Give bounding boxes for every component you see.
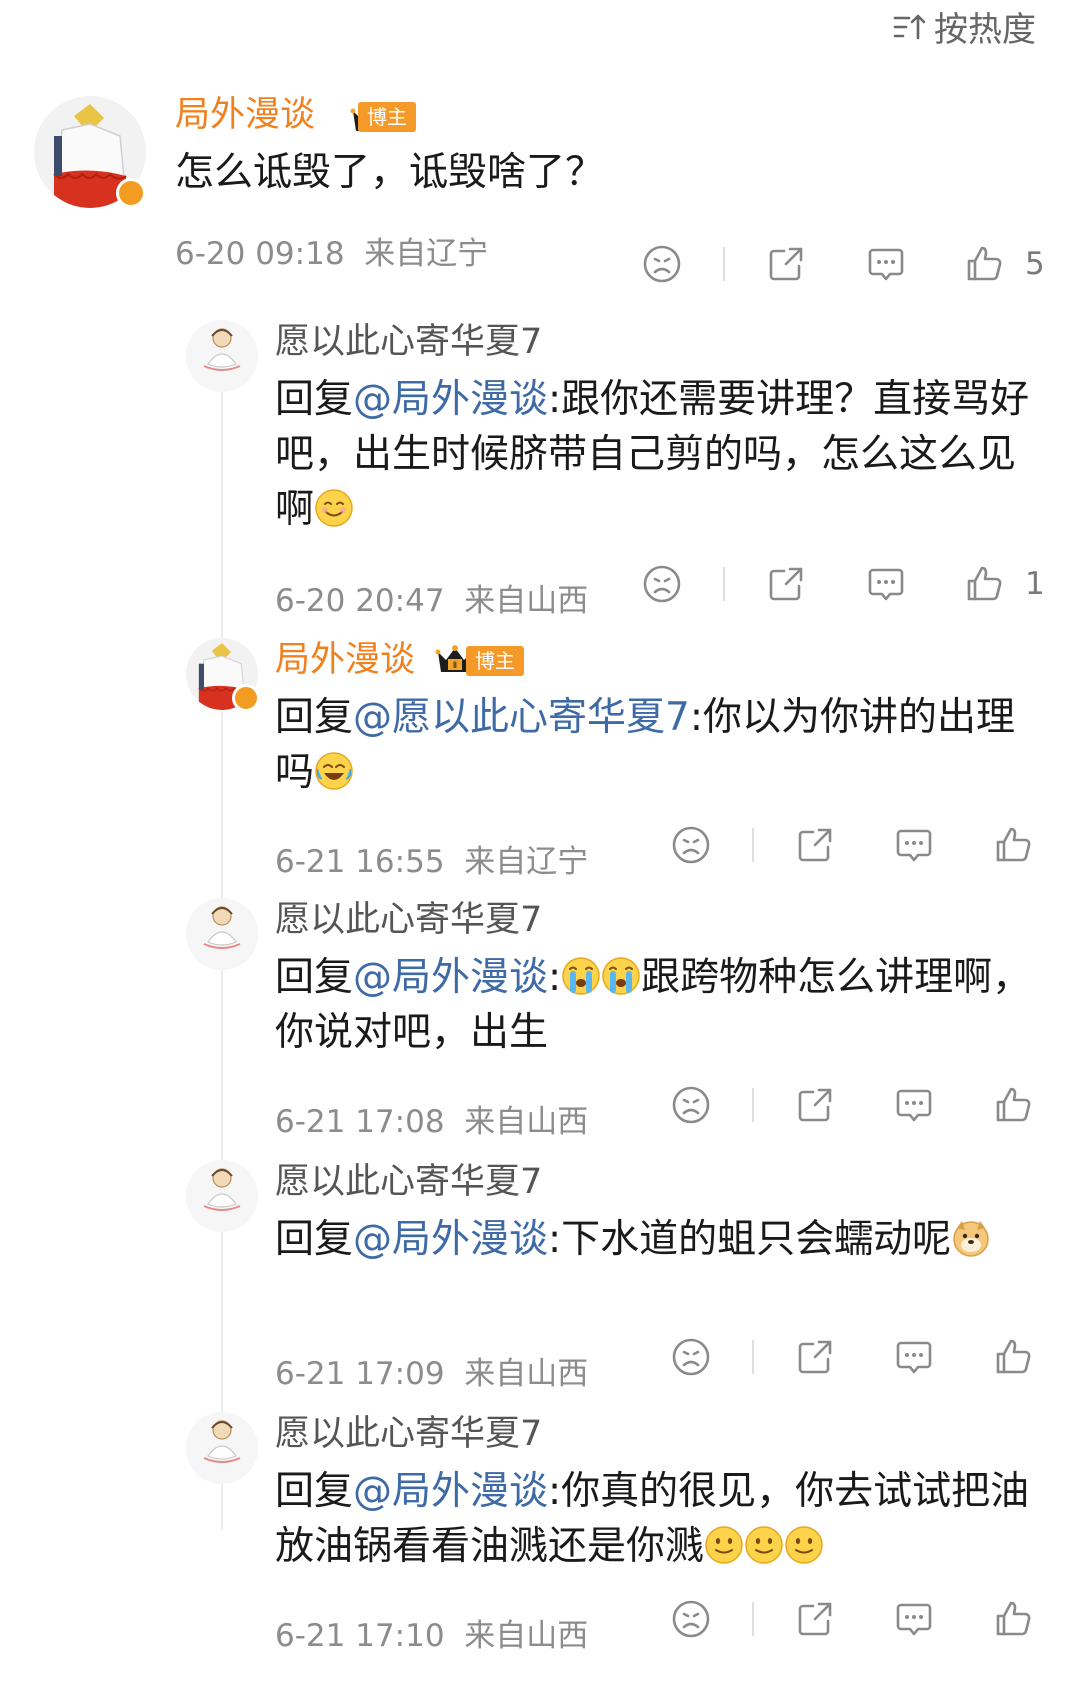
username[interactable]: 愿以此心寄华夏7 bbox=[275, 1414, 542, 1454]
dislike-icon[interactable] bbox=[642, 564, 682, 604]
dislike-icon[interactable] bbox=[671, 1599, 711, 1639]
doge-emoji-icon bbox=[951, 1218, 991, 1258]
comment-location: 来自辽宁 bbox=[464, 844, 589, 880]
username[interactable]: 局外漫谈 bbox=[175, 95, 315, 135]
verified-badge-icon bbox=[232, 684, 260, 712]
mention-link[interactable]: @愿以此心寄华夏7 bbox=[353, 695, 690, 740]
username[interactable]: 愿以此心寄华夏7 bbox=[275, 1162, 542, 1202]
username[interactable]: 愿以此心寄华夏7 bbox=[275, 900, 542, 940]
comment-meta: 6-20 09:18 来自辽宁 bbox=[175, 228, 488, 273]
cry-emoji-icon bbox=[601, 956, 641, 996]
divider bbox=[752, 828, 754, 862]
slight-smile-emoji-icon bbox=[744, 1525, 784, 1565]
comment-time: 6-20 20:47 bbox=[275, 583, 445, 619]
comment-meta: 6-21 17:09 来自山西 bbox=[275, 1348, 588, 1393]
like-icon[interactable] bbox=[993, 825, 1033, 865]
share-icon[interactable] bbox=[766, 244, 806, 284]
mention-link[interactable]: @局外漫谈 bbox=[353, 1217, 548, 1262]
comment-item: 局外漫谈 博主 怎么诋毁了，诋毁啥了？ 6-20 09:18 来自辽宁 5 bbox=[0, 0, 1080, 300]
comment-meta: 6-20 20:47 来自山西 bbox=[275, 575, 588, 620]
avatar[interactable] bbox=[186, 1160, 258, 1232]
divider bbox=[723, 567, 725, 601]
share-icon[interactable] bbox=[795, 1599, 835, 1639]
divider bbox=[752, 1602, 754, 1636]
like-icon[interactable] bbox=[993, 1337, 1033, 1377]
like-icon[interactable] bbox=[964, 564, 1004, 604]
dislike-icon[interactable] bbox=[671, 825, 711, 865]
share-icon[interactable] bbox=[795, 1085, 835, 1125]
comment-icon[interactable] bbox=[894, 1085, 934, 1125]
comment-text: 回复@局外漫谈:你真的很见，你去试试把油放油锅看看油溅还是你溅 bbox=[275, 1469, 1030, 1569]
comment-location: 来自辽宁 bbox=[364, 236, 489, 272]
like-icon[interactable] bbox=[993, 1085, 1033, 1125]
username[interactable]: 局外漫谈 bbox=[275, 640, 415, 680]
slight-smile-emoji-icon bbox=[784, 1525, 824, 1565]
comment-meta: 6-21 16:55 来自辽宁 bbox=[275, 836, 588, 881]
comment-location: 来自山西 bbox=[464, 1618, 589, 1654]
username[interactable]: 愿以此心寄华夏7 bbox=[275, 322, 542, 362]
dislike-icon[interactable] bbox=[671, 1337, 711, 1377]
comment-text: 回复@愿以此心寄华夏7:你以为你讲的出理吗 bbox=[275, 695, 1015, 795]
comment-text: 回复@局外漫谈:跟你还需要讲理？直接骂好吧，出生时候脐带自己剪的吗，怎么这么见啊 bbox=[275, 377, 1030, 532]
comment-location: 来自山西 bbox=[464, 583, 589, 619]
comment-icon[interactable] bbox=[866, 244, 906, 284]
avatar[interactable] bbox=[186, 1412, 258, 1484]
comment-location: 来自山西 bbox=[464, 1356, 589, 1392]
like-icon[interactable] bbox=[993, 1599, 1033, 1639]
comment-icon[interactable] bbox=[866, 564, 906, 604]
mention-link[interactable]: @局外漫谈 bbox=[353, 955, 548, 1000]
share-icon[interactable] bbox=[795, 1337, 835, 1377]
comment-time: 6-21 17:09 bbox=[275, 1356, 445, 1392]
comment-time: 6-20 09:18 bbox=[175, 236, 345, 272]
comment-icon[interactable] bbox=[894, 825, 934, 865]
like-count: 1 bbox=[1025, 566, 1045, 602]
mention-link[interactable]: @局外漫谈 bbox=[353, 1469, 548, 1514]
comment-text: 回复@局外漫谈: 跟跨物种怎么讲理啊，你说对吧，出生 bbox=[275, 955, 1032, 1055]
comment-location: 来自山西 bbox=[464, 1104, 589, 1140]
divider bbox=[723, 247, 725, 281]
blogger-badge: 博主 bbox=[466, 646, 524, 676]
like-count: 5 bbox=[1025, 246, 1045, 282]
comment-meta: 6-21 17:08 来自山西 bbox=[275, 1096, 588, 1141]
laugh-cry-emoji-icon bbox=[314, 751, 354, 791]
comment-icon[interactable] bbox=[894, 1337, 934, 1377]
cry-emoji-icon bbox=[561, 956, 601, 996]
share-icon[interactable] bbox=[795, 825, 835, 865]
comment-time: 6-21 17:10 bbox=[275, 1618, 445, 1654]
comment-text: 回复@局外漫谈:下水道的蛆只会蠕动呢 bbox=[275, 1212, 1045, 1267]
avatar[interactable] bbox=[186, 320, 258, 392]
verified-badge-icon bbox=[116, 178, 146, 208]
comment-time: 6-21 16:55 bbox=[275, 844, 445, 880]
dislike-icon[interactable] bbox=[671, 1085, 711, 1125]
avatar[interactable] bbox=[186, 898, 258, 970]
blogger-badge: 博主 bbox=[358, 102, 416, 132]
comment-time: 6-21 17:08 bbox=[275, 1104, 445, 1140]
divider bbox=[752, 1088, 754, 1122]
slight-smile-emoji-icon bbox=[704, 1525, 744, 1565]
like-icon[interactable] bbox=[964, 244, 1004, 284]
comment-meta: 6-21 17:10 来自山西 bbox=[275, 1610, 588, 1655]
comment-text: 怎么诋毁了，诋毁啥了？ bbox=[175, 150, 605, 195]
share-icon[interactable] bbox=[766, 564, 806, 604]
divider bbox=[752, 1340, 754, 1374]
dislike-icon[interactable] bbox=[642, 244, 682, 284]
mention-link[interactable]: @局外漫谈 bbox=[353, 377, 548, 422]
comment-icon[interactable] bbox=[894, 1599, 934, 1639]
smile-emoji-icon bbox=[314, 488, 354, 528]
